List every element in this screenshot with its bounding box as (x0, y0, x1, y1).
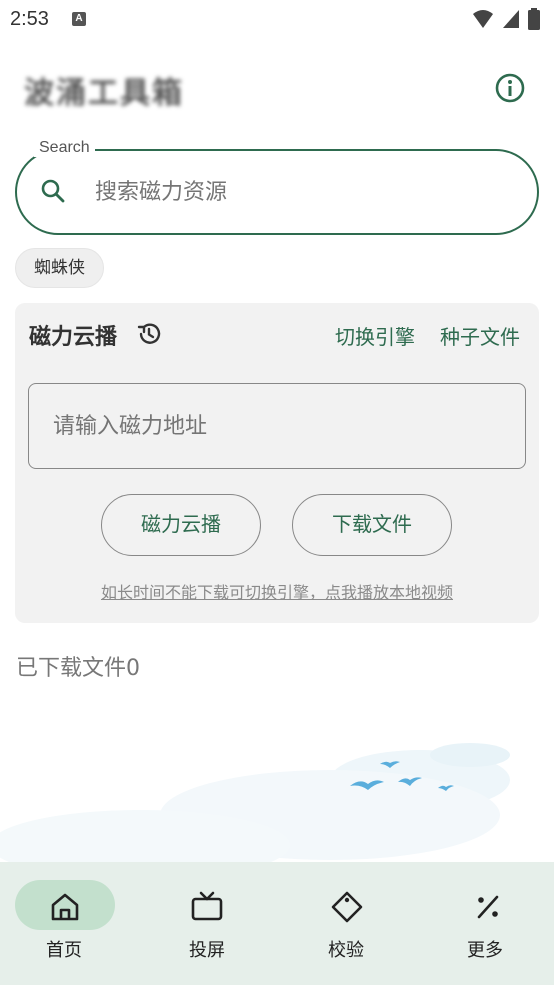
percent-icon (477, 895, 499, 919)
magnet-cloud-card: 磁力云播 切换引擎 种子文件 磁力云播 下载文件 如长时间不能下载可切换引擎，点… (15, 303, 539, 623)
nav-item-home[interactable]: 首页 (0, 862, 138, 985)
tag-icon (331, 891, 363, 923)
download-file-button[interactable]: 下载文件 (292, 494, 452, 556)
status-icons (472, 8, 540, 30)
cloud-play-button[interactable]: 磁力云播 (101, 494, 261, 556)
nav-item-verify[interactable]: 校验 (277, 862, 415, 985)
cloud-birds-illustration (0, 743, 510, 865)
search-label: Search (34, 139, 95, 157)
history-chip[interactable]: 蜘蛛侠 (15, 248, 104, 288)
nav-item-more[interactable]: 更多 (416, 862, 554, 985)
nav-label-cast: 投屏 (189, 940, 225, 961)
nav-item-cast[interactable]: 投屏 (138, 862, 276, 985)
search-input[interactable] (95, 174, 515, 210)
home-icon (51, 893, 79, 921)
history-icon[interactable] (136, 321, 162, 347)
bottom-navigation: 首页 投屏 校验 更多 (0, 862, 554, 985)
battery-icon (528, 8, 540, 30)
nav-label-home: 首页 (46, 940, 82, 961)
info-icon[interactable] (494, 72, 526, 104)
downloaded-count: 已下载文件0 (16, 656, 140, 681)
nav-label-verify: 校验 (328, 940, 364, 961)
status-time: 2:53 (10, 8, 49, 30)
app-screen: 2:53 A 波涌工具箱 Search 蜘蛛侠 磁力云播 切换引擎 种子文件 磁… (0, 0, 554, 985)
search-icon[interactable] (40, 178, 66, 204)
app-title: 波涌工具箱 (24, 76, 184, 111)
nav-label-more: 更多 (467, 940, 503, 961)
magnet-address-input[interactable] (28, 383, 526, 469)
torrent-file-link[interactable]: 种子文件 (440, 321, 520, 350)
signal-icon (503, 10, 519, 28)
tv-icon (191, 891, 223, 921)
notification-a-icon: A (72, 12, 86, 26)
switch-engine-link[interactable]: 切换引擎 (335, 321, 415, 350)
status-bar: 2:53 A (0, 0, 554, 40)
card-title: 磁力云播 (29, 325, 118, 350)
wifi-icon (473, 10, 493, 28)
local-video-hint-link[interactable]: 如长时间不能下载可切换引擎，点我播放本地视频 (15, 579, 539, 603)
